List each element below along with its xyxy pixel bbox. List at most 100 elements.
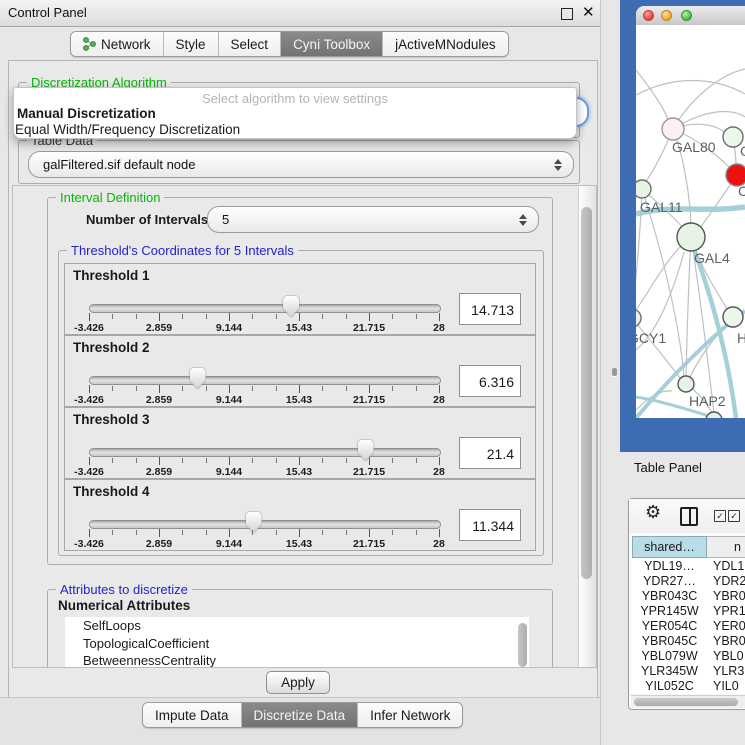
table-row[interactable]: YER054CYER0 xyxy=(632,619,745,634)
tick-label: 28 xyxy=(433,322,445,334)
tick-mark xyxy=(392,530,393,535)
tab-infer-network[interactable]: Infer Network xyxy=(358,703,462,727)
node-gal80[interactable] xyxy=(662,118,684,140)
window-close-icon[interactable] xyxy=(643,10,654,21)
table-row[interactable]: YBR045CYBR0 xyxy=(632,634,745,649)
table-row[interactable]: YBL079WYBL0 xyxy=(632,649,745,664)
node-label: GCY1 xyxy=(636,330,666,346)
node-h[interactable] xyxy=(723,307,743,327)
threshold-4-value-field[interactable]: 11.344 xyxy=(459,509,521,541)
tick-label: 15.43 xyxy=(286,322,312,334)
window-minimize-icon[interactable] xyxy=(661,10,672,21)
tick-label: -3.426 xyxy=(74,466,104,478)
network-view-canvas[interactable]: GAL80 GA GAL11 GAL4 GCY1 H HAP2 C xyxy=(636,25,745,418)
node-bottom[interactable] xyxy=(706,412,722,418)
scrollbar-thumb[interactable] xyxy=(581,207,592,579)
tick-label: 9.144 xyxy=(216,466,242,478)
slider-tick-labels: -3.4262.8599.14415.4321.71528 xyxy=(89,394,439,406)
gear-icon[interactable]: ⚙ xyxy=(645,502,661,523)
network-window-titlebar[interactable] xyxy=(636,6,745,26)
tick-mark xyxy=(276,458,277,463)
settings-scroll-area: Interval Definition Number of Intervals … xyxy=(12,185,597,668)
float-panel-icon[interactable] xyxy=(561,8,573,20)
tick-mark xyxy=(229,313,230,321)
option-manual-discretization[interactable]: Manual Discretization xyxy=(17,106,156,121)
tick-label: 2.859 xyxy=(146,394,172,406)
list-scrollbar[interactable] xyxy=(518,623,527,667)
tick-label: 21.715 xyxy=(353,394,385,406)
table-row[interactable]: YBR043CYBR0 xyxy=(632,589,745,604)
tick-mark xyxy=(159,529,160,537)
tab-impute-data[interactable]: Impute Data xyxy=(143,703,242,727)
threshold-3-slider[interactable] xyxy=(89,448,441,457)
threshold-2-value-field[interactable]: 6.316 xyxy=(459,365,521,397)
tab-jactivemnodules[interactable]: jActiveMNodules xyxy=(383,32,508,56)
tab-network[interactable]: Network xyxy=(71,32,164,56)
tick-label: 21.715 xyxy=(353,322,385,334)
numerical-attributes-list[interactable]: SelfLoops TopologicalCoefficient Between… xyxy=(65,617,529,668)
threshold-4-panel: Threshold 4 -3.4262.8599.14415.4321.7152… xyxy=(64,479,536,551)
stepper-arrows-icon xyxy=(554,159,562,171)
tick-mark xyxy=(136,530,137,535)
number-of-intervals-combobox[interactable]: 5 xyxy=(207,206,539,233)
close-icon[interactable]: ✕ xyxy=(582,3,595,21)
threshold-1-panel: Threshold 1 -3.4262.8599.14415.4321.7152… xyxy=(64,263,536,335)
divider-grip-icon[interactable] xyxy=(612,368,617,376)
cyni-bottom-tabs: Impute Data Discretize Data Infer Networ… xyxy=(142,702,463,728)
threshold-3-value-field[interactable]: 21.4 xyxy=(459,437,521,469)
tick-mark xyxy=(136,386,137,391)
scrollbar-thumb[interactable] xyxy=(634,698,738,706)
apply-button[interactable]: Apply xyxy=(266,671,330,694)
table-row[interactable]: YPR145WYPR1 xyxy=(632,604,745,619)
tick-mark xyxy=(89,313,90,321)
window-zoom-icon[interactable] xyxy=(681,10,692,21)
threshold-4-slider[interactable] xyxy=(89,520,441,529)
combobox-value: galFiltered.sif default node xyxy=(43,152,195,177)
tick-label: -3.426 xyxy=(74,394,104,406)
tick-mark xyxy=(229,385,230,393)
list-item[interactable]: TopologicalCoefficient xyxy=(65,635,529,653)
node-gcy1[interactable] xyxy=(636,309,641,327)
option-equal-width-frequency[interactable]: Equal Width/Frequency Discretization xyxy=(15,122,240,137)
split-view-icon[interactable] xyxy=(680,507,698,526)
tab-style[interactable]: Style xyxy=(164,32,219,56)
control-panel-tabs: Network Style Select Cyni Toolbox jActiv… xyxy=(70,31,509,57)
panel-divider[interactable] xyxy=(600,0,621,745)
tick-mark xyxy=(229,457,230,465)
tab-cyni-toolbox[interactable]: Cyni Toolbox xyxy=(281,32,383,56)
tab-select[interactable]: Select xyxy=(219,32,282,56)
tick-mark xyxy=(322,386,323,391)
node-gal11[interactable] xyxy=(636,180,651,198)
node-gal4[interactable] xyxy=(677,223,705,251)
checkbox-icon[interactable]: ✓ xyxy=(714,510,726,522)
table-data-combobox[interactable]: galFiltered.sif default node xyxy=(28,151,574,178)
list-item[interactable]: BetweennessCentrality xyxy=(65,652,529,668)
tick-mark xyxy=(346,530,347,535)
table-row[interactable]: YLR345WYLR3 xyxy=(632,664,745,679)
tick-mark xyxy=(439,385,440,393)
threshold-2-slider[interactable] xyxy=(89,376,441,385)
column-header-shared-name[interactable]: shared… xyxy=(632,536,707,558)
tab-discretize-data[interactable]: Discretize Data xyxy=(242,703,359,727)
threshold-1-slider[interactable] xyxy=(89,304,441,313)
tick-label: 9.144 xyxy=(216,322,242,334)
threshold-1-value-field[interactable]: 14.713 xyxy=(459,293,521,325)
tick-mark xyxy=(182,314,183,319)
tick-label: 2.859 xyxy=(146,322,172,334)
column-header-name[interactable]: n xyxy=(707,536,745,558)
list-item[interactable]: SelfLoops xyxy=(65,617,529,635)
stepper-arrows-icon xyxy=(519,214,527,226)
table-row[interactable]: YDL19…YDL1 xyxy=(632,559,745,574)
control-panel-titlebar: Control Panel ✕ xyxy=(0,0,600,27)
tick-mark xyxy=(346,386,347,391)
tick-mark xyxy=(229,529,230,537)
table-toolbar: ⚙ ✓ ✓ xyxy=(629,499,745,533)
table-row[interactable]: YDR27…YDR2 xyxy=(632,574,745,589)
checkbox-icon[interactable]: ✓ xyxy=(728,510,740,522)
horizontal-scrollbar[interactable] xyxy=(631,695,745,708)
node-label: HAP2 xyxy=(689,393,726,409)
table-row[interactable]: YIL052CYIL0 xyxy=(632,679,745,694)
node-hap2[interactable] xyxy=(678,376,694,392)
tick-mark xyxy=(112,314,113,319)
tick-label: 2.859 xyxy=(146,538,172,550)
